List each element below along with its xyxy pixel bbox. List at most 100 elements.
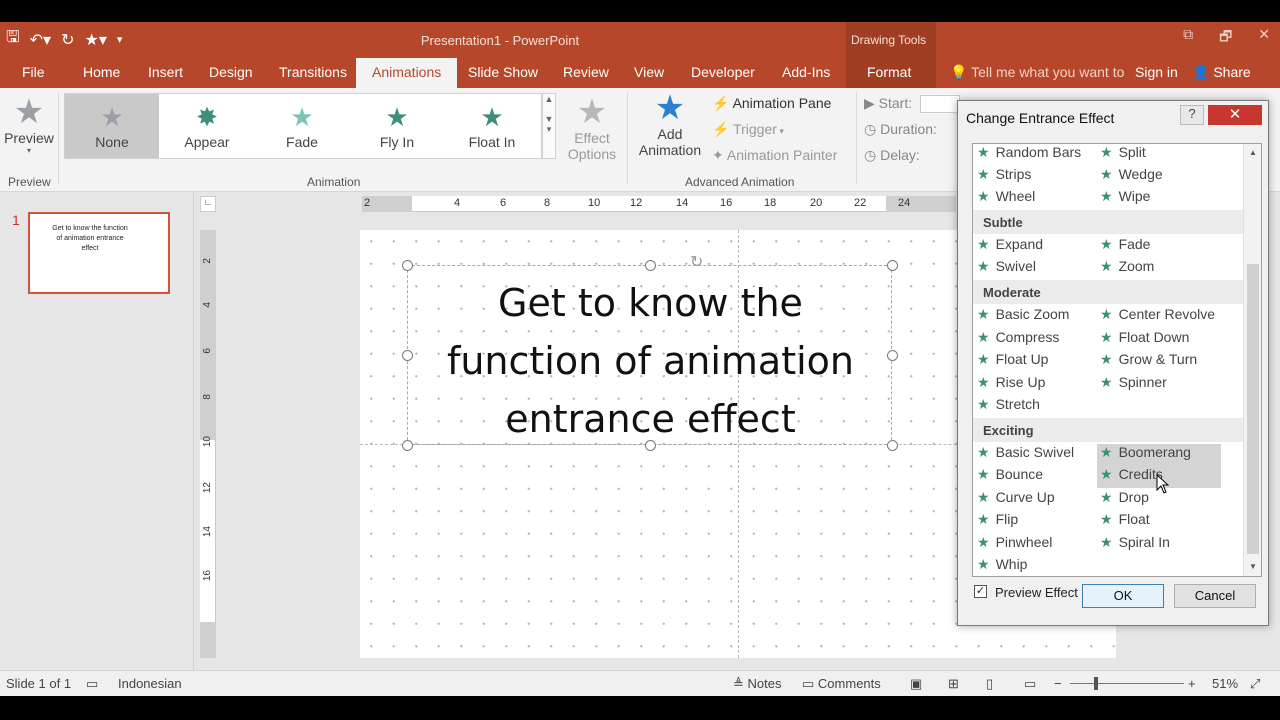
tab-view[interactable]: View: [634, 64, 664, 80]
effect-expand[interactable]: ★ Expand: [977, 236, 1043, 258]
gallery-scroll[interactable]: ▲ ▼ ▾: [542, 93, 556, 159]
effect-bounce[interactable]: ★ Bounce: [977, 466, 1043, 488]
effect-stretch[interactable]: ★ Stretch: [977, 396, 1040, 418]
start-label: ▶ Start:: [864, 95, 913, 111]
tab-review[interactable]: Review: [563, 64, 609, 80]
effect-spinner[interactable]: ★ Spinner: [1100, 374, 1167, 396]
cancel-button[interactable]: Cancel: [1174, 584, 1256, 608]
ribbon-display-icon[interactable]: ⧉: [1183, 26, 1193, 50]
person-icon: 👤: [1192, 64, 1210, 80]
effect-random-bars[interactable]: ★ Random Bars: [977, 144, 1081, 166]
close-icon[interactable]: ✕: [1258, 26, 1270, 50]
animation-fly-in[interactable]: ★ Fly In: [350, 94, 444, 158]
effect-star-icon: ★: [1100, 351, 1113, 367]
effect-compress[interactable]: ★ Compress: [977, 329, 1059, 351]
effect-boomerang[interactable]: ★ Boomerang: [1097, 444, 1221, 466]
effect-wheel[interactable]: ★ Wheel: [977, 188, 1035, 210]
preview-button[interactable]: ★ Preview ▾: [4, 94, 54, 155]
window-controls: ⧉ 🗗 ✕: [1183, 26, 1270, 50]
tab-slide-show[interactable]: Slide Show: [468, 64, 538, 80]
tab-animations[interactable]: Animations: [356, 58, 458, 88]
effect-star-icon: ★: [1100, 444, 1113, 460]
zoom-slider-thumb[interactable]: [1094, 677, 1098, 690]
effect-float-down[interactable]: ★ Float Down: [1100, 329, 1189, 351]
slide-sorter-icon[interactable]: ⊞: [948, 676, 959, 692]
animation-pane-button[interactable]: ⚡ Animation Pane: [712, 95, 831, 112]
fit-to-window-icon[interactable]: ⤢: [1250, 676, 1260, 692]
effect-spiral-in[interactable]: ★ Spiral In: [1100, 534, 1170, 556]
add-animation-button[interactable]: ★ Add Animation: [630, 90, 710, 158]
effect-star-icon: ★: [1100, 511, 1113, 527]
tab-format[interactable]: Format: [867, 64, 911, 80]
effect-rise-up[interactable]: ★ Rise Up: [977, 374, 1045, 396]
spell-check-icon[interactable]: ▭: [86, 676, 98, 692]
resize-handle[interactable]: [887, 260, 898, 271]
tab-design[interactable]: Design: [209, 64, 253, 80]
effect-float[interactable]: ★ Float: [1100, 511, 1150, 533]
effect-wedge[interactable]: ★ Wedge: [1100, 166, 1163, 188]
animation-fade[interactable]: ★ Fade: [255, 94, 349, 158]
start-select[interactable]: [920, 95, 960, 113]
effect-list-scrollbar[interactable]: ▲ ▼: [1243, 144, 1261, 576]
drawing-tools-header: Drawing Tools: [846, 22, 936, 58]
effect-float-up[interactable]: ★ Float Up: [977, 351, 1048, 373]
scroll-down-icon[interactable]: ▼: [1244, 562, 1261, 571]
zoom-in-button[interactable]: +: [1188, 676, 1196, 691]
trigger-button[interactable]: ⚡ Trigger ▾: [712, 121, 784, 138]
animation-appear[interactable]: ✸ Appear: [160, 94, 254, 158]
dialog-close-button[interactable]: ✕: [1208, 105, 1262, 125]
effect-flip[interactable]: ★ Flip: [977, 511, 1018, 533]
notes-button[interactable]: ≜ Notes: [733, 676, 782, 692]
tell-me-search[interactable]: 💡 Tell me what you want to: [950, 64, 1124, 81]
effect-grow-turn[interactable]: ★ Grow & Turn: [1100, 351, 1197, 373]
zoom-level[interactable]: 51%: [1212, 676, 1238, 691]
restore-icon[interactable]: 🗗: [1219, 26, 1232, 50]
normal-view-icon[interactable]: ▣: [910, 676, 922, 692]
tab-file[interactable]: File: [22, 64, 45, 80]
scroll-up-icon[interactable]: ▲: [1244, 148, 1261, 157]
language-indicator[interactable]: Indonesian: [118, 676, 182, 691]
zoom-slider[interactable]: [1070, 683, 1184, 684]
animation-none[interactable]: ★ None: [65, 94, 159, 158]
share-button[interactable]: 👤 Share: [1192, 64, 1251, 81]
ok-button[interactable]: OK: [1082, 584, 1164, 608]
comments-button[interactable]: ▭ Comments: [802, 676, 881, 692]
top-letterbox: [0, 0, 1280, 22]
reading-view-icon[interactable]: ▯: [986, 676, 993, 692]
effect-drop[interactable]: ★ Drop: [1100, 489, 1149, 511]
slide-title-text[interactable]: Get to know the function of animation en…: [408, 274, 893, 448]
tab-insert[interactable]: Insert: [148, 64, 183, 80]
slide-thumbnail[interactable]: Get to know the function of animation en…: [28, 212, 170, 294]
scroll-thumb[interactable]: [1247, 264, 1259, 554]
effect-wipe[interactable]: ★ Wipe: [1100, 188, 1150, 210]
tab-transitions[interactable]: Transitions: [279, 64, 347, 80]
animation-float-in[interactable]: ★ Float In: [445, 94, 539, 158]
rotate-handle-icon[interactable]: ↻: [690, 252, 703, 272]
zoom-out-button[interactable]: −: [1054, 676, 1062, 691]
tab-add-ins[interactable]: Add-Ins: [782, 64, 830, 80]
animation-painter-button[interactable]: ✦ Animation Painter: [712, 147, 837, 164]
effect-basic-swivel[interactable]: ★ Basic Swivel: [977, 444, 1074, 466]
slide-show-icon[interactable]: ▭: [1024, 676, 1036, 692]
tab-selector[interactable]: ∟: [200, 196, 216, 212]
effect-curve-up[interactable]: ★ Curve Up: [977, 489, 1055, 511]
resize-handle[interactable]: [402, 260, 413, 271]
effect-center-revolve[interactable]: ★ Center Revolve: [1100, 306, 1215, 328]
effect-swivel[interactable]: ★ Swivel: [977, 258, 1036, 280]
tab-home[interactable]: Home: [83, 64, 120, 80]
effect-basic-zoom[interactable]: ★ Basic Zoom: [977, 306, 1069, 328]
effect-zoom[interactable]: ★ Zoom: [1100, 258, 1154, 280]
effect-whip[interactable]: ★ Whip: [977, 556, 1027, 576]
effect-split[interactable]: ★ Split: [1100, 144, 1146, 166]
effect-fade[interactable]: ★ Fade: [1100, 236, 1150, 258]
effect-strips[interactable]: ★ Strips: [977, 166, 1031, 188]
title-textbox[interactable]: ↻ Get to know the function of animation …: [402, 254, 898, 451]
effect-pinwheel[interactable]: ★ Pinwheel: [977, 534, 1052, 556]
preview-star-icon: ★: [13, 93, 45, 131]
help-button[interactable]: ?: [1180, 105, 1204, 125]
sign-in-link[interactable]: Sign in: [1135, 64, 1178, 80]
effect-options-button[interactable]: ★ Effect Options: [560, 94, 624, 162]
preview-effect-checkbox[interactable]: ✓: [974, 585, 987, 598]
resize-handle[interactable]: [645, 260, 656, 271]
tab-developer[interactable]: Developer: [691, 64, 755, 80]
